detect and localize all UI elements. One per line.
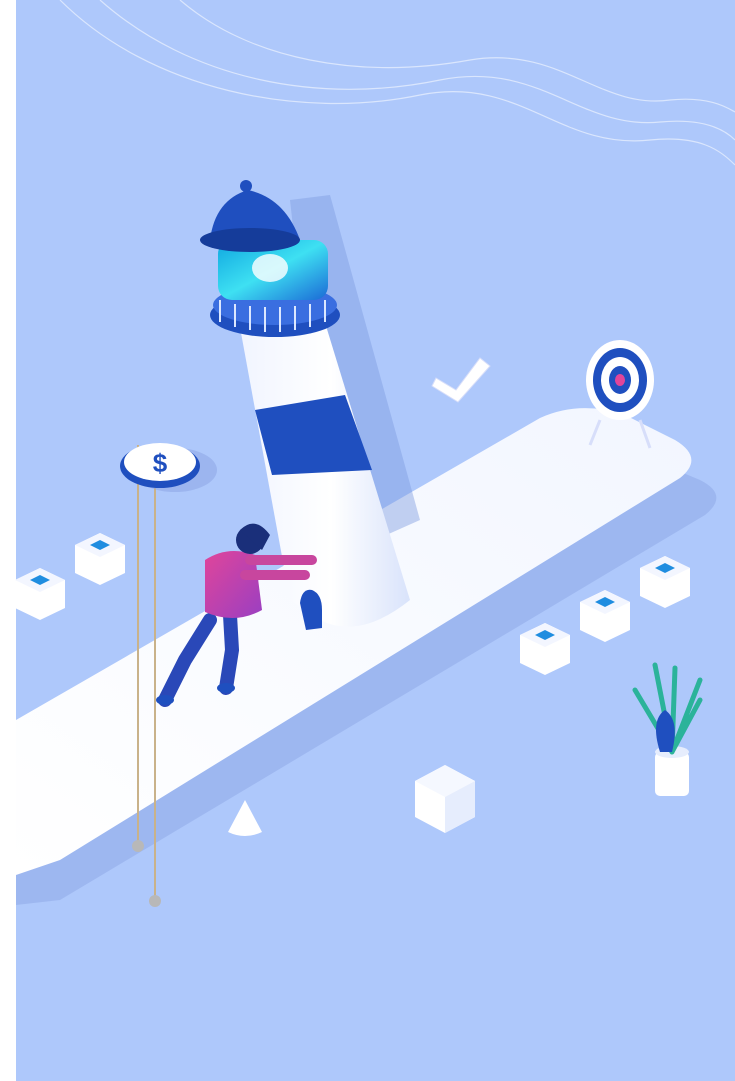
illustration-canvas: $ [0,0,735,1081]
coin-symbol: $ [153,448,168,478]
